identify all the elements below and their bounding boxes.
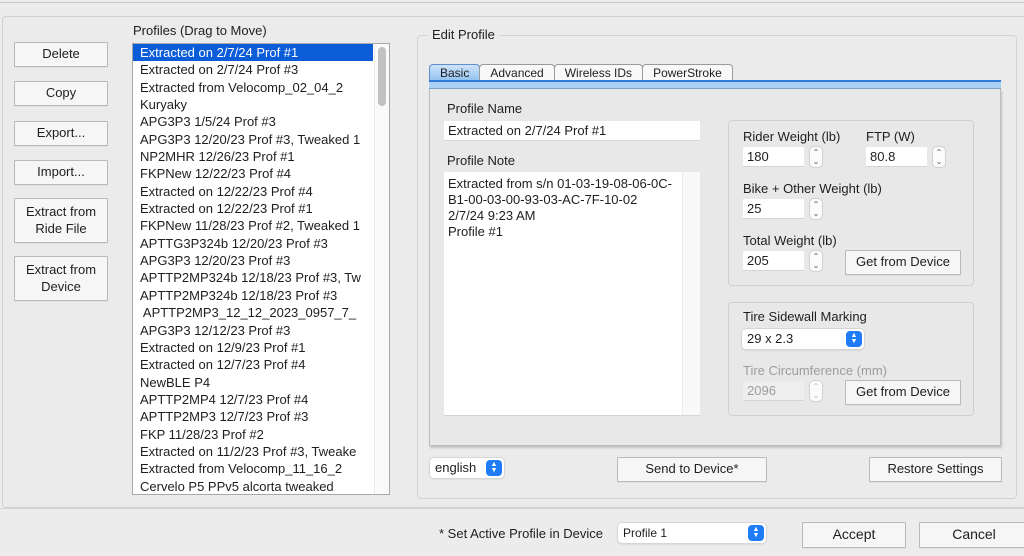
tire-marking-label: Tire Sidewall Marking	[743, 309, 867, 324]
profile-list-item[interactable]: APTTP2MP324b 12/18/23 Prof #3, Tw	[133, 269, 373, 286]
chevron-up-down-icon: ▲ ▼	[846, 331, 862, 347]
profile-list-item[interactable]: Extracted from Velocomp_02_04_2	[133, 79, 373, 96]
tab-advanced[interactable]: Advanced	[479, 64, 555, 81]
accept-button[interactable]: Accept	[802, 522, 906, 548]
stepper-down-icon[interactable]: ⌄	[813, 209, 820, 218]
bike-weight-input[interactable]: 25	[743, 199, 804, 219]
copy-button[interactable]: Copy	[14, 81, 108, 106]
active-profile-select[interactable]: Profile 1 ▲ ▼	[618, 523, 766, 543]
profile-list-item[interactable]: Extracted on 2/7/24 Prof #1	[133, 44, 373, 62]
bike-weight-label: Bike + Other Weight (lb)	[743, 181, 882, 196]
profile-list-item[interactable]: FKP 11/28/23 Prof #2	[133, 426, 373, 443]
language-select[interactable]: english ▲ ▼	[430, 458, 504, 478]
total-weight-stepper[interactable]: ⌃ ⌄	[809, 250, 823, 272]
send-to-device-button[interactable]: Send to Device*	[617, 457, 767, 482]
chevron-up-down-icon: ▲ ▼	[486, 460, 502, 476]
tire-marking-value: 29 x 2.3	[747, 331, 794, 346]
ftp-input[interactable]: 80.8	[866, 147, 927, 167]
ftp-stepper[interactable]: ⌃ ⌄	[932, 146, 946, 168]
profile-list-item[interactable]: APTTP2MP3_12_12_2023_0957_7_	[133, 304, 373, 321]
language-value: english	[435, 460, 477, 475]
rider-weight-stepper[interactable]: ⌃ ⌄	[809, 146, 823, 168]
profiles-list-scrollbar[interactable]	[374, 44, 389, 494]
bike-weight-stepper[interactable]: ⌃ ⌄	[809, 198, 823, 220]
stepper-up-icon[interactable]: ⌃	[813, 148, 820, 157]
profile-list-item[interactable]: Extracted on 12/22/23 Prof #1	[133, 200, 373, 217]
stepper-down-icon[interactable]: ⌄	[813, 391, 820, 400]
profile-list-item[interactable]: NP2MHR 12/26/23 Prof #1	[133, 148, 373, 165]
rider-weight-input[interactable]: 180	[743, 147, 804, 167]
profile-note-textarea[interactable]: Extracted from s/n 01-03-19-08-06-0C-B1-…	[444, 172, 700, 416]
total-weight-input[interactable]: 205	[743, 251, 804, 271]
profile-list-item[interactable]: APTTP2MP324b 12/18/23 Prof #3	[133, 287, 373, 304]
profile-list-item[interactable]: APG3P3 12/12/23 Prof #3	[133, 322, 373, 339]
profile-list-item[interactable]: APG3P3 12/20/23 Prof #3, Tweaked 1	[133, 131, 373, 148]
profiles-list[interactable]: Extracted on 2/7/24 Prof #1 Extracted on …	[132, 43, 390, 495]
tire-circumference-stepper[interactable]: ⌃ ⌄	[809, 380, 823, 402]
active-profile-value: Profile 1	[623, 526, 668, 540]
profile-list-item[interactable]: APTTG3P324b 12/20/23 Prof #3	[133, 235, 373, 252]
tab-indicator-bar	[429, 80, 1001, 89]
profile-list-item[interactable]: APG3P3 12/20/23 Prof #3	[133, 252, 373, 269]
profile-note-scrollbar[interactable]	[682, 172, 700, 415]
profiles-list-items: Extracted on 2/7/24 Prof #1 Extracted on …	[133, 44, 373, 494]
stepper-down-icon[interactable]: ⌄	[936, 157, 943, 166]
footer-divider	[0, 508, 1024, 509]
profile-note-text: Extracted from s/n 01-03-19-08-06-0C-B1-…	[448, 176, 672, 239]
stepper-up-icon[interactable]: ⌃	[813, 382, 820, 391]
stepper-down-icon[interactable]: ⌄	[813, 157, 820, 166]
tab-powerstroke[interactable]: PowerStroke	[642, 64, 733, 81]
import-button[interactable]: Import...	[14, 160, 108, 185]
chevron-up-down-icon: ▲ ▼	[748, 525, 764, 541]
profile-list-item[interactable]: APTTP2MP4 12/7/23 Prof #4	[133, 391, 373, 408]
profile-name-label: Profile Name	[447, 101, 523, 116]
delete-button[interactable]: Delete	[14, 42, 108, 67]
profile-list-item[interactable]: Kuryaky	[133, 96, 373, 113]
get-weight-from-device-button[interactable]: Get from Device	[845, 250, 961, 275]
profiles-list-label: Profiles (Drag to Move)	[133, 23, 267, 38]
profile-list-item[interactable]: Extracted on 12/7/23 Prof #4	[133, 356, 373, 373]
total-weight-label: Total Weight (lb)	[743, 233, 837, 248]
restore-settings-button[interactable]: Restore Settings	[869, 457, 1002, 482]
ftp-label: FTP (W)	[866, 129, 915, 144]
profiles-list-scroll-thumb[interactable]	[378, 47, 386, 106]
profile-list-item[interactable]: APG3P3 1/5/24 Prof #3	[133, 113, 373, 130]
profile-note-label: Profile Note	[447, 153, 515, 168]
tire-marking-select[interactable]: 29 x 2.3 ▲ ▼	[742, 329, 864, 349]
get-circumference-from-device-button[interactable]: Get from Device	[845, 380, 961, 405]
profile-name-input[interactable]: Extracted on 2/7/24 Prof #1	[444, 121, 700, 141]
stepper-up-icon[interactable]: ⌃	[936, 148, 943, 157]
extract-from-device-button[interactable]: Extract from Device	[14, 256, 108, 301]
stepper-up-icon[interactable]: ⌃	[813, 252, 820, 261]
profile-list-item[interactable]: NewBLE P4	[133, 374, 373, 391]
tire-circumference-input[interactable]: 2096	[743, 381, 804, 401]
stepper-up-icon[interactable]: ⌃	[813, 200, 820, 209]
export-button[interactable]: Export...	[14, 121, 108, 146]
edit-profile-tabs: Basic Advanced Wireless IDs PowerStroke	[429, 62, 733, 81]
rider-weight-label: Rider Weight (lb)	[743, 129, 841, 144]
profile-list-item[interactable]: Extracted on 12/22/23 Prof #4	[133, 183, 373, 200]
profile-list-item[interactable]: Extracted on 11/2/23 Prof #3, Tweake	[133, 443, 373, 460]
extract-from-ride-file-button[interactable]: Extract from Ride File	[14, 198, 108, 243]
profile-list-item[interactable]: APTTP2MP3 12/7/23 Prof #3	[133, 408, 373, 425]
tire-circumference-label: Tire Circumference (mm)	[743, 363, 887, 378]
profile-list-item[interactable]: Cervelo P5 PPv5 alcorta tweaked	[133, 478, 373, 494]
tab-basic[interactable]: Basic	[429, 64, 481, 81]
edit-profile-title: Edit Profile	[428, 27, 499, 42]
window-top-divider	[0, 2, 1024, 3]
cancel-button[interactable]: Cancel	[919, 522, 1024, 548]
active-profile-label: * Set Active Profile in Device	[439, 526, 604, 541]
profile-list-item[interactable]: Extracted on 12/9/23 Prof #1	[133, 339, 373, 356]
tab-wireless-ids[interactable]: Wireless IDs	[553, 64, 644, 81]
profile-list-item[interactable]: Extracted on 2/7/24 Prof #3	[133, 61, 373, 78]
profile-list-item[interactable]: FKPNew 11/28/23 Prof #2, Tweaked 1	[133, 217, 373, 234]
stepper-down-icon[interactable]: ⌄	[813, 261, 820, 270]
profile-list-item[interactable]: FKPNew 12/22/23 Prof #4	[133, 165, 373, 182]
profile-list-item[interactable]: Extracted from Velocomp_11_16_2	[133, 460, 373, 477]
